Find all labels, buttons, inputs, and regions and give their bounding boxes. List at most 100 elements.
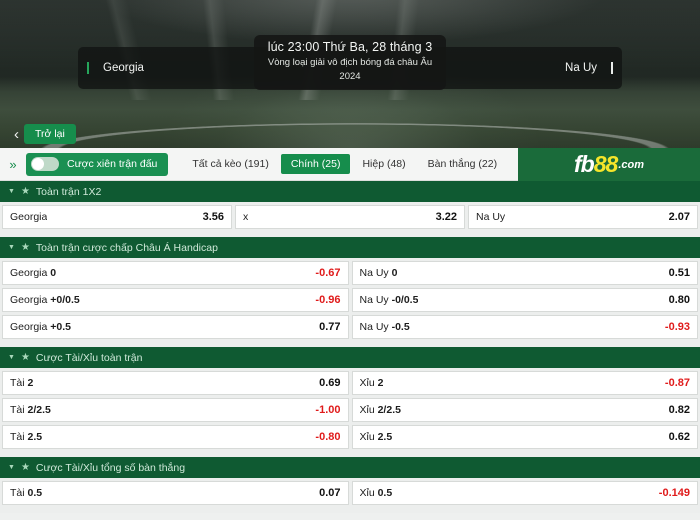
odds-selection-label: Na Uy -0.5	[360, 321, 410, 333]
odds-selection-name: Na Uy	[476, 211, 506, 223]
odds-value: 0.80	[668, 294, 690, 306]
chevron-down-icon[interactable]: ▼	[8, 188, 15, 195]
match-info-panel: lúc 23:00 Thứ Ba, 28 tháng 3 Vòng loại g…	[254, 35, 446, 90]
odds-value: 0.77	[319, 321, 341, 333]
home-team-name: Georgia	[87, 62, 144, 74]
tab-halves[interactable]: Hiệp (48)	[352, 154, 415, 174]
odds-cell[interactable]: Xỉu 0.5 -0.149	[351, 481, 698, 505]
odds-selection-line: +0.5	[50, 321, 72, 333]
back-button[interactable]: Trở lại	[24, 124, 76, 144]
back-navigation[interactable]: ‹ Trở lại	[14, 124, 76, 144]
odds-selection-name: Tài	[10, 377, 28, 389]
odds-selection-label: x	[243, 211, 248, 223]
market-section-title: Toàn trận 1X2	[35, 185, 102, 198]
odds-selection-name: x	[243, 211, 249, 223]
odds-row: Georgia +0.5 0.77 Na Uy -0.5 -0.93	[0, 315, 700, 339]
odds-cell[interactable]: Georgia 3.56	[2, 205, 232, 229]
market-section-title: Toàn trận cược chấp Châu Á Handicap	[35, 241, 218, 254]
odds-cell[interactable]: Na Uy -0.5 -0.93	[351, 315, 698, 339]
star-favorite-icon[interactable]: ★	[21, 186, 30, 197]
odds-selection-name: Na Uy	[359, 294, 392, 306]
odds-selection-name: Na Uy	[359, 267, 392, 279]
odds-cell[interactable]: Xỉu 2/2.5 0.82	[351, 398, 698, 422]
odds-cell[interactable]: Tài 0.5 0.07	[2, 481, 349, 505]
odds-selection-label: Tài 2.5	[10, 431, 42, 443]
odds-selection-name: Georgia	[10, 321, 51, 333]
odds-cell[interactable]: Georgia 0 -0.67	[2, 261, 349, 285]
chevron-down-icon[interactable]: ▼	[8, 464, 15, 471]
odds-cell[interactable]: Na Uy -0/0.5 0.80	[351, 288, 698, 312]
odds-cell[interactable]: Tài 2/2.5 -1.00	[2, 398, 349, 422]
odds-selection-line: 0.5	[27, 487, 43, 499]
chevron-left-icon[interactable]: ‹	[14, 127, 19, 142]
market-section-header[interactable]: ▼ ★ Cược Tài/Xỉu tổng số bàn thắng	[0, 457, 700, 478]
odds-row: Tài 2.5 -0.80 Xỉu 2.5 0.62	[0, 425, 700, 449]
odds-cell[interactable]: Georgia +0/0.5 -0.96	[2, 288, 349, 312]
odds-selection-name: Xỉu	[359, 377, 378, 389]
chevron-down-icon[interactable]: ▼	[8, 354, 15, 361]
star-favorite-icon[interactable]: ★	[21, 242, 30, 253]
logo-text-fb: fb	[574, 151, 595, 177]
odds-cell[interactable]: Xỉu 2.5 0.62	[351, 425, 698, 449]
odds-selection-label: Xỉu 0.5	[360, 487, 393, 499]
odds-value: 2.07	[668, 211, 690, 223]
market-section-header[interactable]: ▼ ★ Cược Tài/Xỉu toàn trận	[0, 347, 700, 368]
odds-row: Georgia 0 -0.67 Na Uy 0 0.51	[0, 261, 700, 285]
odds-cell[interactable]: Xỉu 2 -0.87	[351, 371, 698, 395]
odds-selection-name: Xỉu	[359, 404, 378, 416]
market-section-header[interactable]: ▼ ★ Toàn trận 1X2	[0, 181, 700, 202]
odds-selection-name: Tài	[10, 404, 28, 416]
odds-selection-name: Xỉu	[359, 487, 378, 499]
market-section-header[interactable]: ▼ ★ Toàn trận cược chấp Châu Á Handicap	[0, 237, 700, 258]
odds-selection-line: 0	[391, 267, 398, 279]
tab-goals[interactable]: Bàn thắng (22)	[418, 154, 507, 174]
odds-selection-line: 2/2.5	[27, 404, 51, 416]
odds-selection-name: Tài	[10, 431, 28, 443]
odds-cell[interactable]: Na Uy 0 0.51	[351, 261, 698, 285]
odds-value: -0.67	[315, 267, 341, 279]
tab-main[interactable]: Chính (25)	[280, 154, 351, 174]
odds-selection-line: -0/0.5	[391, 294, 419, 306]
star-favorite-icon[interactable]: ★	[21, 462, 30, 473]
odds-selection-name: Tài	[10, 487, 28, 499]
odds-selection-label: Na Uy -0/0.5	[360, 294, 419, 306]
odds-cell[interactable]: Georgia +0.5 0.77	[2, 315, 349, 339]
odds-selection-line: 2	[377, 377, 384, 389]
odds-cell[interactable]: Tài 2.5 -0.80	[2, 425, 349, 449]
odds-value: 0.82	[668, 404, 690, 416]
odds-cell[interactable]: x 3.22	[235, 205, 465, 229]
odds-selection-label: Tài 2/2.5	[10, 404, 51, 416]
markets-navbar: » Cược xiên trận đấu Tất cả kèo (191) Ch…	[0, 148, 700, 181]
odds-selection-label: Georgia +0.5	[10, 321, 71, 333]
tab-all-odds[interactable]: Tất cả kèo (191)	[182, 154, 278, 174]
toggle-switch-icon[interactable]	[31, 157, 59, 171]
chevron-down-icon[interactable]: ▼	[8, 244, 15, 251]
odds-selection-label: Tài 2	[10, 377, 33, 389]
odds-selection-label: Na Uy	[476, 211, 505, 223]
odds-value: 0.62	[668, 431, 690, 443]
odds-selection-name: Georgia	[10, 211, 48, 223]
odds-row: Tài 2/2.5 -1.00 Xỉu 2/2.5 0.82	[0, 398, 700, 422]
odds-value: -0.87	[664, 377, 690, 389]
match-league-year: 2024	[339, 71, 361, 82]
star-favorite-icon[interactable]: ★	[21, 352, 30, 363]
odds-selection-label: Georgia 0	[10, 267, 56, 279]
chevron-double-up-icon[interactable]: »	[0, 158, 26, 171]
market-tabs: Tất cả kèo (191) Chính (25) Hiệp (48) Bà…	[182, 154, 542, 174]
odds-selection-line: 2	[27, 377, 34, 389]
odds-selection-line: 2/2.5	[377, 404, 401, 416]
odds-cell[interactable]: Tài 2 0.69	[2, 371, 349, 395]
logo-text-com: .com	[618, 158, 644, 171]
fb88-logo[interactable]: fb 88 .com	[518, 148, 700, 181]
odds-value: -0.93	[664, 321, 690, 333]
odds-cell[interactable]: Na Uy 2.07	[468, 205, 698, 229]
odds-selection-label: Georgia	[10, 211, 47, 223]
odds-value: -0.96	[315, 294, 341, 306]
odds-row: Georgia +0/0.5 -0.96 Na Uy -0/0.5 0.80	[0, 288, 700, 312]
odds-value: 0.51	[668, 267, 690, 279]
mix-parlay-toggle[interactable]: Cược xiên trận đấu	[26, 152, 169, 176]
